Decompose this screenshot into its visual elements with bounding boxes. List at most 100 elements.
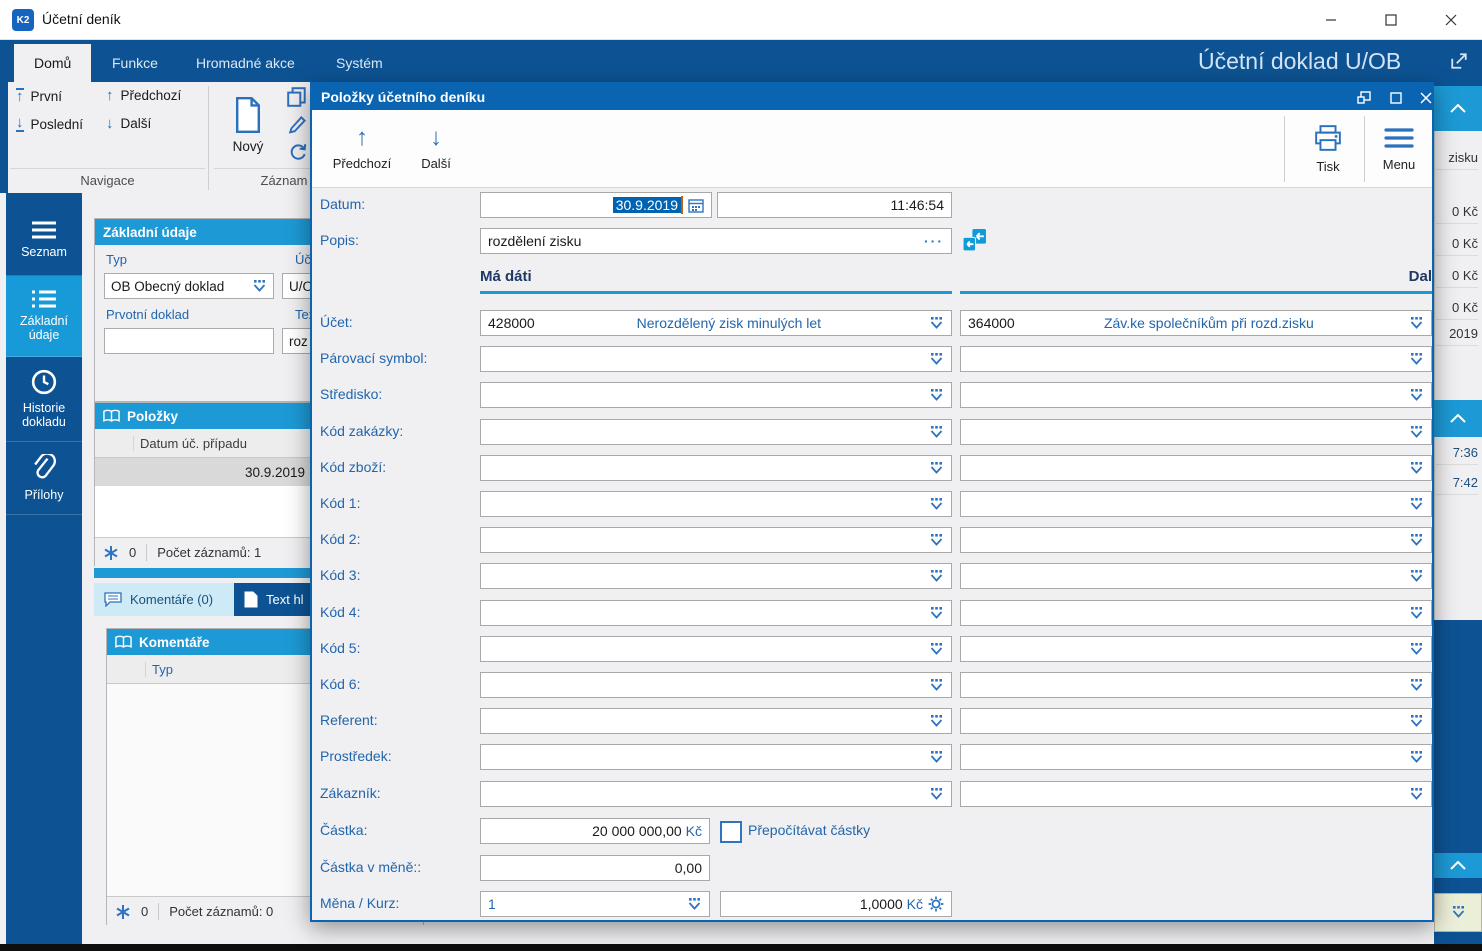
lookup-icon[interactable] — [1409, 352, 1424, 366]
credit-field[interactable] — [960, 781, 1432, 807]
debit-field[interactable] — [480, 744, 952, 770]
lookup-icon[interactable] — [929, 352, 944, 366]
debit-field[interactable] — [480, 419, 952, 445]
sidebar-item-historie-dokladu[interactable]: Historie dokladu — [6, 357, 82, 442]
lookup-icon[interactable] — [1409, 425, 1424, 439]
gear-icon[interactable] — [928, 896, 944, 912]
last-button[interactable]: ↓ Poslední — [16, 115, 83, 132]
lookup-icon[interactable] — [1409, 533, 1424, 547]
menu-button[interactable]: Menu — [1370, 118, 1428, 180]
lookup-icon[interactable] — [1409, 497, 1424, 511]
debit-field[interactable] — [480, 636, 952, 662]
collapse-button[interactable] — [1434, 400, 1482, 437]
time-field[interactable]: 11:46:54 — [717, 192, 952, 218]
tab-system[interactable]: Systém — [316, 44, 403, 82]
calendar-icon[interactable] — [688, 198, 704, 213]
tab-funkce[interactable]: Funkce — [92, 44, 178, 82]
prvotni-doklad-field[interactable] — [104, 328, 274, 354]
previous-button[interactable]: ↑ Předchozí — [106, 88, 181, 104]
sidebar-item-seznam[interactable]: Seznam — [6, 205, 82, 276]
minimize-button[interactable] — [1308, 0, 1354, 40]
credit-field[interactable] — [960, 346, 1432, 372]
debit-field[interactable] — [480, 600, 952, 626]
lookup-icon[interactable] — [1409, 606, 1424, 620]
new-button[interactable]: Nový — [218, 86, 278, 164]
lookup-icon[interactable] — [1409, 569, 1424, 583]
debit-field[interactable] — [480, 491, 952, 517]
lookup-icon[interactable] — [929, 750, 944, 764]
tab-domu[interactable]: Domů — [14, 44, 92, 82]
debit-field[interactable] — [480, 527, 952, 553]
tab-komentare[interactable]: Komentáře (0) — [94, 583, 234, 616]
lookup-icon[interactable] — [1409, 750, 1424, 764]
lookup-icon[interactable] — [1409, 787, 1424, 801]
dialog-maximize-button[interactable] — [1382, 87, 1410, 108]
lookup-icon[interactable] — [1409, 642, 1424, 656]
copy-button[interactable] — [286, 86, 308, 113]
collapse-button[interactable] — [1434, 86, 1482, 131]
lookup-icon[interactable] — [929, 461, 944, 475]
lookup-icon[interactable] — [929, 497, 944, 511]
castka-field[interactable]: 20 000 000,00 Kč — [480, 818, 710, 844]
credit-field[interactable] — [960, 636, 1432, 662]
dialog-previous-button[interactable]: ↑ Předchozí — [324, 118, 400, 180]
mena-field[interactable]: 1 — [480, 891, 710, 917]
maximize-button[interactable] — [1368, 0, 1414, 40]
print-button[interactable]: Tisk — [1297, 118, 1359, 180]
sidebar-item-zakladni-udaje[interactable]: Základní údaje — [6, 276, 82, 357]
open-external-icon[interactable] — [1450, 52, 1468, 75]
collapse-button[interactable] — [1434, 853, 1482, 878]
popis-field[interactable]: rozdělení zisku ··· — [480, 228, 952, 254]
lookup-icon[interactable] — [929, 316, 944, 330]
credit-field[interactable] — [960, 455, 1432, 481]
credit-field[interactable] — [960, 419, 1432, 445]
debit-field[interactable]: 428000 Nerozdělený zisk minulých let — [480, 310, 952, 336]
typ-field[interactable]: OB Obecný doklad — [104, 273, 274, 299]
prepocitavat-checkbox[interactable] — [720, 821, 742, 843]
dialog-restore-button[interactable] — [1350, 87, 1378, 108]
refresh-button[interactable] — [288, 142, 308, 167]
lookup-icon[interactable] — [929, 388, 944, 402]
next-button[interactable]: ↓ Další — [106, 116, 151, 132]
transfer-text-button[interactable] — [962, 228, 987, 258]
credit-field[interactable] — [960, 491, 1432, 517]
close-button[interactable] — [1428, 0, 1474, 40]
credit-field[interactable] — [960, 708, 1432, 734]
credit-field[interactable] — [960, 600, 1432, 626]
first-button[interactable]: ↑ První — [16, 88, 62, 104]
lookup-icon[interactable] — [1409, 461, 1424, 475]
debit-field[interactable] — [480, 781, 952, 807]
debit-field[interactable] — [480, 708, 952, 734]
currency-field-partial[interactable] — [1434, 893, 1482, 932]
tab-hromadne-akce[interactable]: Hromadné akce — [176, 44, 315, 82]
debit-field[interactable] — [480, 455, 952, 481]
lookup-icon[interactable] — [687, 897, 702, 911]
lookup-icon[interactable] — [1409, 388, 1424, 402]
dialog-close-button[interactable] — [1412, 87, 1440, 108]
lookup-icon[interactable] — [929, 642, 944, 656]
debit-field[interactable] — [480, 563, 952, 589]
castka-mena-field[interactable]: 0,00 — [480, 855, 710, 881]
lookup-icon[interactable] — [1451, 906, 1466, 919]
lookup-icon[interactable] — [929, 533, 944, 547]
sidebar-item-prilohy[interactable]: Přílohy — [6, 442, 82, 515]
more-button[interactable]: ··· — [924, 233, 944, 249]
credit-field[interactable] — [960, 527, 1432, 553]
lookup-icon[interactable] — [929, 425, 944, 439]
lookup-icon[interactable] — [1409, 714, 1424, 728]
lookup-icon[interactable] — [1409, 316, 1424, 330]
credit-field[interactable] — [960, 672, 1432, 698]
lookup-icon[interactable] — [929, 714, 944, 728]
debit-field[interactable] — [480, 382, 952, 408]
edit-button[interactable] — [288, 114, 308, 139]
lookup-icon[interactable] — [929, 606, 944, 620]
date-field[interactable]: 30.9.2019 — [480, 192, 712, 218]
debit-field[interactable] — [480, 346, 952, 372]
lookup-icon[interactable] — [929, 787, 944, 801]
dialog-next-button[interactable]: ↓ Další — [408, 118, 464, 180]
debit-field[interactable] — [480, 672, 952, 698]
lookup-icon[interactable] — [929, 678, 944, 692]
credit-field[interactable] — [960, 382, 1432, 408]
credit-field[interactable] — [960, 744, 1432, 770]
lookup-icon[interactable] — [252, 279, 267, 293]
